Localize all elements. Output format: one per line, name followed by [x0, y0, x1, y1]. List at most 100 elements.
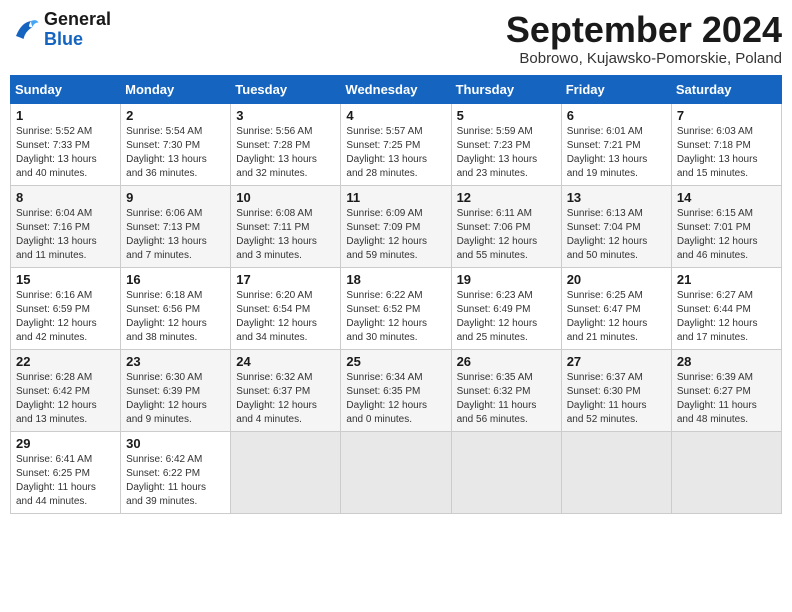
day-info: Sunrise: 6:42 AM Sunset: 6:22 PM Dayligh… — [126, 453, 225, 509]
calendar-day-cell: 12 Sunrise: 6:11 AM Sunset: 7:06 PM Dayli… — [451, 185, 561, 267]
day-number: 11 — [346, 190, 445, 205]
calendar-day-cell: 29Sunrise: 6:41 AM Sunset: 6:25 PM Dayli… — [11, 431, 121, 513]
day-number: 6 — [567, 108, 666, 123]
day-info: Sunrise: 6:28 AM Sunset: 6:42 PM Dayligh… — [16, 371, 115, 427]
calendar-day-cell: 4Sunrise: 5:57 AM Sunset: 7:25 PM Daylig… — [341, 103, 451, 185]
day-number: 3 — [236, 108, 335, 123]
calendar-week-row: 22 Sunrise: 6:28 AM Sunset: 6:42 PM Dayli… — [11, 349, 782, 431]
day-info: Sunrise: 6:06 AM Sunset: 7:13 PM Dayligh… — [126, 207, 225, 263]
calendar-day-cell: 10Sunrise: 6:08 AM Sunset: 7:11 PM Dayli… — [231, 185, 341, 267]
day-info: Sunrise: 6:32 AM Sunset: 6:37 PM Dayligh… — [236, 371, 335, 427]
day-info: Sunrise: 6:41 AM Sunset: 6:25 PM Dayligh… — [16, 453, 115, 509]
calendar-day-cell: 6Sunrise: 6:01 AM Sunset: 7:21 PM Daylig… — [561, 103, 671, 185]
day-number: 23 — [126, 354, 225, 369]
calendar-day-cell: 20 Sunrise: 6:25 AM Sunset: 6:47 PM Dayli… — [561, 267, 671, 349]
calendar-day-cell: 26 Sunrise: 6:35 AM Sunset: 6:32 PM Dayli… — [451, 349, 561, 431]
day-number: 27 — [567, 354, 666, 369]
day-info: Sunrise: 6:35 AM Sunset: 6:32 PM Dayligh… — [457, 371, 556, 427]
calendar-day-cell: 1 Sunrise: 5:52 AM Sunset: 7:33 PM Daylig… — [11, 103, 121, 185]
day-info: Sunrise: 5:54 AM Sunset: 7:30 PM Dayligh… — [126, 125, 225, 181]
day-number: 17 — [236, 272, 335, 287]
page-header: General Blue September 2024 Bobrowo, Kuj… — [10, 10, 782, 67]
day-number: 28 — [677, 354, 776, 369]
empty-cell — [231, 431, 341, 513]
day-number: 24 — [236, 354, 335, 369]
day-number: 18 — [346, 272, 445, 287]
day-info: Sunrise: 6:23 AM Sunset: 6:49 PM Dayligh… — [457, 289, 556, 345]
day-info: Sunrise: 6:03 AM Sunset: 7:18 PM Dayligh… — [677, 125, 776, 181]
calendar-day-cell: 30 Sunrise: 6:42 AM Sunset: 6:22 PM Dayli… — [121, 431, 231, 513]
logo-line1: General — [44, 10, 111, 30]
weekday-header-friday: Friday — [561, 75, 671, 103]
day-number: 13 — [567, 190, 666, 205]
calendar-day-cell: 17Sunrise: 6:20 AM Sunset: 6:54 PM Dayli… — [231, 267, 341, 349]
day-info: Sunrise: 5:57 AM Sunset: 7:25 PM Dayligh… — [346, 125, 445, 181]
calendar-day-cell: 2 Sunrise: 5:54 AM Sunset: 7:30 PM Daylig… — [121, 103, 231, 185]
day-info: Sunrise: 6:27 AM Sunset: 6:44 PM Dayligh… — [677, 289, 776, 345]
day-info: Sunrise: 6:39 AM Sunset: 6:27 PM Dayligh… — [677, 371, 776, 427]
day-info: Sunrise: 6:25 AM Sunset: 6:47 PM Dayligh… — [567, 289, 666, 345]
calendar-day-cell: 11 Sunrise: 6:09 AM Sunset: 7:09 PM Dayli… — [341, 185, 451, 267]
title-block: September 2024 Bobrowo, Kujawsko-Pomorsk… — [506, 10, 782, 67]
weekday-header-monday: Monday — [121, 75, 231, 103]
calendar-day-cell: 24 Sunrise: 6:32 AM Sunset: 6:37 PM Dayli… — [231, 349, 341, 431]
calendar-week-row: 15Sunrise: 6:16 AM Sunset: 6:59 PM Dayli… — [11, 267, 782, 349]
day-number: 16 — [126, 272, 225, 287]
day-info: Sunrise: 6:09 AM Sunset: 7:09 PM Dayligh… — [346, 207, 445, 263]
day-number: 26 — [457, 354, 556, 369]
day-number: 21 — [677, 272, 776, 287]
day-info: Sunrise: 5:56 AM Sunset: 7:28 PM Dayligh… — [236, 125, 335, 181]
calendar-day-cell: 8Sunrise: 6:04 AM Sunset: 7:16 PM Daylig… — [11, 185, 121, 267]
empty-cell — [671, 431, 781, 513]
day-number: 20 — [567, 272, 666, 287]
calendar-day-cell: 21 Sunrise: 6:27 AM Sunset: 6:44 PM Dayli… — [671, 267, 781, 349]
day-number: 1 — [16, 108, 115, 123]
calendar-week-row: 8Sunrise: 6:04 AM Sunset: 7:16 PM Daylig… — [11, 185, 782, 267]
location: Bobrowo, Kujawsko-Pomorskie, Poland — [506, 50, 782, 67]
day-number: 8 — [16, 190, 115, 205]
day-number: 2 — [126, 108, 225, 123]
empty-cell — [341, 431, 451, 513]
empty-cell — [451, 431, 561, 513]
day-number: 7 — [677, 108, 776, 123]
weekday-header-thursday: Thursday — [451, 75, 561, 103]
calendar-table: SundayMondayTuesdayWednesdayThursdayFrid… — [10, 75, 782, 514]
calendar-day-cell: 27 Sunrise: 6:37 AM Sunset: 6:30 PM Dayli… — [561, 349, 671, 431]
logo-icon — [10, 15, 40, 45]
logo-line2: Blue — [44, 30, 111, 50]
calendar-week-row: 29Sunrise: 6:41 AM Sunset: 6:25 PM Dayli… — [11, 431, 782, 513]
calendar-day-cell: 15Sunrise: 6:16 AM Sunset: 6:59 PM Dayli… — [11, 267, 121, 349]
day-number: 30 — [126, 436, 225, 451]
day-info: Sunrise: 5:59 AM Sunset: 7:23 PM Dayligh… — [457, 125, 556, 181]
logo-text: General Blue — [44, 10, 111, 50]
day-info: Sunrise: 6:22 AM Sunset: 6:52 PM Dayligh… — [346, 289, 445, 345]
day-number: 15 — [16, 272, 115, 287]
day-number: 22 — [16, 354, 115, 369]
day-info: Sunrise: 6:18 AM Sunset: 6:56 PM Dayligh… — [126, 289, 225, 345]
day-info: Sunrise: 6:37 AM Sunset: 6:30 PM Dayligh… — [567, 371, 666, 427]
day-info: Sunrise: 6:08 AM Sunset: 7:11 PM Dayligh… — [236, 207, 335, 263]
calendar-day-cell: 23 Sunrise: 6:30 AM Sunset: 6:39 PM Dayli… — [121, 349, 231, 431]
day-number: 14 — [677, 190, 776, 205]
day-info: Sunrise: 6:15 AM Sunset: 7:01 PM Dayligh… — [677, 207, 776, 263]
day-info: Sunrise: 6:11 AM Sunset: 7:06 PM Dayligh… — [457, 207, 556, 263]
day-info: Sunrise: 6:30 AM Sunset: 6:39 PM Dayligh… — [126, 371, 225, 427]
calendar-day-cell: 18 Sunrise: 6:22 AM Sunset: 6:52 PM Dayli… — [341, 267, 451, 349]
calendar-day-cell: 9 Sunrise: 6:06 AM Sunset: 7:13 PM Daylig… — [121, 185, 231, 267]
weekday-header-tuesday: Tuesday — [231, 75, 341, 103]
calendar-day-cell: 13Sunrise: 6:13 AM Sunset: 7:04 PM Dayli… — [561, 185, 671, 267]
day-info: Sunrise: 6:34 AM Sunset: 6:35 PM Dayligh… — [346, 371, 445, 427]
weekday-header-saturday: Saturday — [671, 75, 781, 103]
day-number: 9 — [126, 190, 225, 205]
month-title: September 2024 — [506, 10, 782, 50]
weekday-header-row: SundayMondayTuesdayWednesdayThursdayFrid… — [11, 75, 782, 103]
day-number: 12 — [457, 190, 556, 205]
weekday-header-sunday: Sunday — [11, 75, 121, 103]
calendar-week-row: 1 Sunrise: 5:52 AM Sunset: 7:33 PM Daylig… — [11, 103, 782, 185]
calendar-day-cell: 5Sunrise: 5:59 AM Sunset: 7:23 PM Daylig… — [451, 103, 561, 185]
calendar-day-cell: 14 Sunrise: 6:15 AM Sunset: 7:01 PM Dayli… — [671, 185, 781, 267]
day-info: Sunrise: 5:52 AM Sunset: 7:33 PM Dayligh… — [16, 125, 115, 181]
calendar-day-cell: 16 Sunrise: 6:18 AM Sunset: 6:56 PM Dayli… — [121, 267, 231, 349]
calendar-day-cell: 19Sunrise: 6:23 AM Sunset: 6:49 PM Dayli… — [451, 267, 561, 349]
calendar-day-cell: 25Sunrise: 6:34 AM Sunset: 6:35 PM Dayli… — [341, 349, 451, 431]
